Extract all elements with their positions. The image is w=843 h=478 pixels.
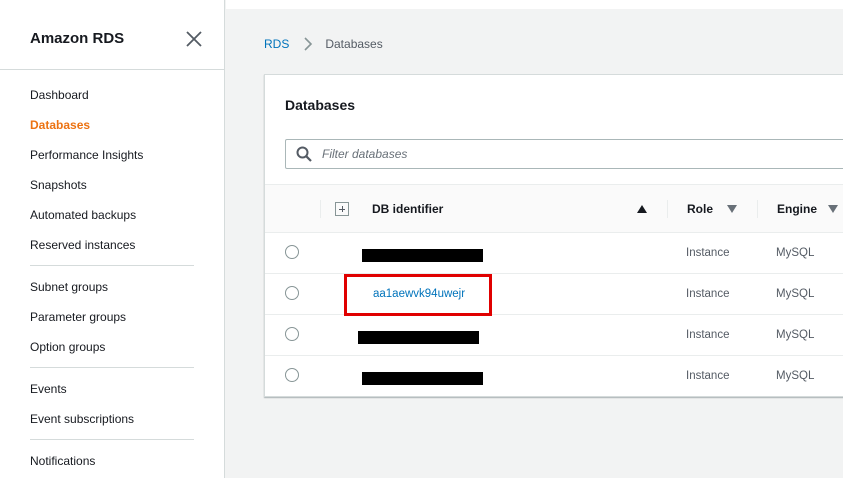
- engine-cell: MySQL: [776, 329, 815, 341]
- table-row[interactable]: Instance MySQL: [265, 356, 843, 397]
- redacted-identifier: [362, 372, 483, 385]
- column-header-engine[interactable]: Engine: [777, 185, 817, 233]
- sidebar-divider: [30, 367, 194, 368]
- close-icon[interactable]: [185, 30, 203, 48]
- sort-descending-icon[interactable]: [727, 205, 737, 213]
- role-cell: Instance: [686, 288, 730, 300]
- search-icon: [296, 146, 312, 162]
- filter-box: [285, 139, 843, 169]
- table-header: DB identifier Role Engine: [265, 185, 843, 233]
- sidebar: Amazon RDS Dashboard Databases Performance…: [0, 0, 225, 478]
- panel-title: Databases: [285, 97, 356, 113]
- engine-cell: MySQL: [776, 370, 815, 382]
- sidebar-nav: Dashboard Databases Performance Insights Sn…: [0, 70, 224, 476]
- engine-cell: MySQL: [776, 288, 815, 300]
- table-body: Instance MySQL aa1aewvk94uwejr Instance MySQ…: [265, 233, 843, 397]
- row-select-radio[interactable]: [285, 327, 299, 341]
- sidebar-item-event-subscriptions[interactable]: Event subscriptions: [30, 404, 194, 434]
- expand-icon[interactable]: [335, 202, 349, 216]
- databases-table: DB identifier Role Engine Instance MySQL a…: [265, 184, 843, 397]
- sidebar-item-events[interactable]: Events: [30, 374, 194, 404]
- sidebar-divider: [30, 439, 194, 440]
- role-cell: Instance: [686, 329, 730, 341]
- column-separator: [320, 200, 321, 218]
- sidebar-group: Events Event subscriptions: [30, 374, 194, 434]
- role-cell: Instance: [686, 247, 730, 259]
- top-strip: [226, 0, 843, 9]
- sidebar-item-subnet-groups[interactable]: Subnet groups: [30, 272, 194, 302]
- sidebar-item-automated-backups[interactable]: Automated backups: [30, 200, 194, 230]
- sidebar-item-performance-insights[interactable]: Performance Insights: [30, 140, 194, 170]
- redacted-identifier: [362, 249, 483, 262]
- sidebar-group: Notifications: [30, 446, 194, 476]
- filter-databases-input[interactable]: [322, 147, 822, 161]
- column-header-db-identifier[interactable]: DB identifier: [372, 185, 443, 233]
- sidebar-divider: [30, 265, 194, 266]
- chevron-right-icon: [304, 37, 313, 51]
- sort-descending-icon[interactable]: [828, 205, 838, 213]
- databases-panel: Databases DB identifier Role Engine I: [264, 74, 843, 397]
- sidebar-item-option-groups[interactable]: Option groups: [30, 332, 194, 362]
- sort-ascending-icon[interactable]: [637, 205, 647, 213]
- sidebar-item-databases[interactable]: Databases: [30, 110, 194, 140]
- column-header-role[interactable]: Role: [687, 185, 713, 233]
- table-row[interactable]: aa1aewvk94uwejr Instance MySQL: [265, 274, 843, 316]
- sidebar-group: Subnet groups Parameter groups Option grou…: [30, 272, 194, 362]
- sidebar-item-parameter-groups[interactable]: Parameter groups: [30, 302, 194, 332]
- sidebar-group: Dashboard Databases Performance Insights Sn…: [30, 70, 194, 260]
- redacted-identifier: [358, 331, 479, 344]
- breadcrumb-current: Databases: [325, 37, 383, 51]
- column-separator: [667, 200, 668, 218]
- sidebar-item-dashboard[interactable]: Dashboard: [30, 80, 194, 110]
- column-separator: [757, 200, 758, 218]
- table-row[interactable]: Instance MySQL: [265, 315, 843, 356]
- sidebar-header: Amazon RDS: [0, 0, 224, 70]
- breadcrumb: RDS Databases: [264, 37, 383, 51]
- main-content: RDS Databases Databases DB identifier Ro…: [226, 0, 843, 478]
- row-select-radio[interactable]: [285, 286, 299, 300]
- table-row[interactable]: Instance MySQL: [265, 233, 843, 274]
- sidebar-item-notifications[interactable]: Notifications: [30, 446, 194, 476]
- breadcrumb-rds-link[interactable]: RDS: [264, 37, 289, 51]
- sidebar-item-reserved-instances[interactable]: Reserved instances: [30, 230, 194, 260]
- row-select-radio[interactable]: [285, 368, 299, 382]
- role-cell: Instance: [686, 370, 730, 382]
- highlight-box: [344, 274, 492, 316]
- sidebar-item-snapshots[interactable]: Snapshots: [30, 170, 194, 200]
- row-select-radio[interactable]: [285, 245, 299, 259]
- engine-cell: MySQL: [776, 247, 815, 259]
- sidebar-title: Amazon RDS: [30, 30, 125, 47]
